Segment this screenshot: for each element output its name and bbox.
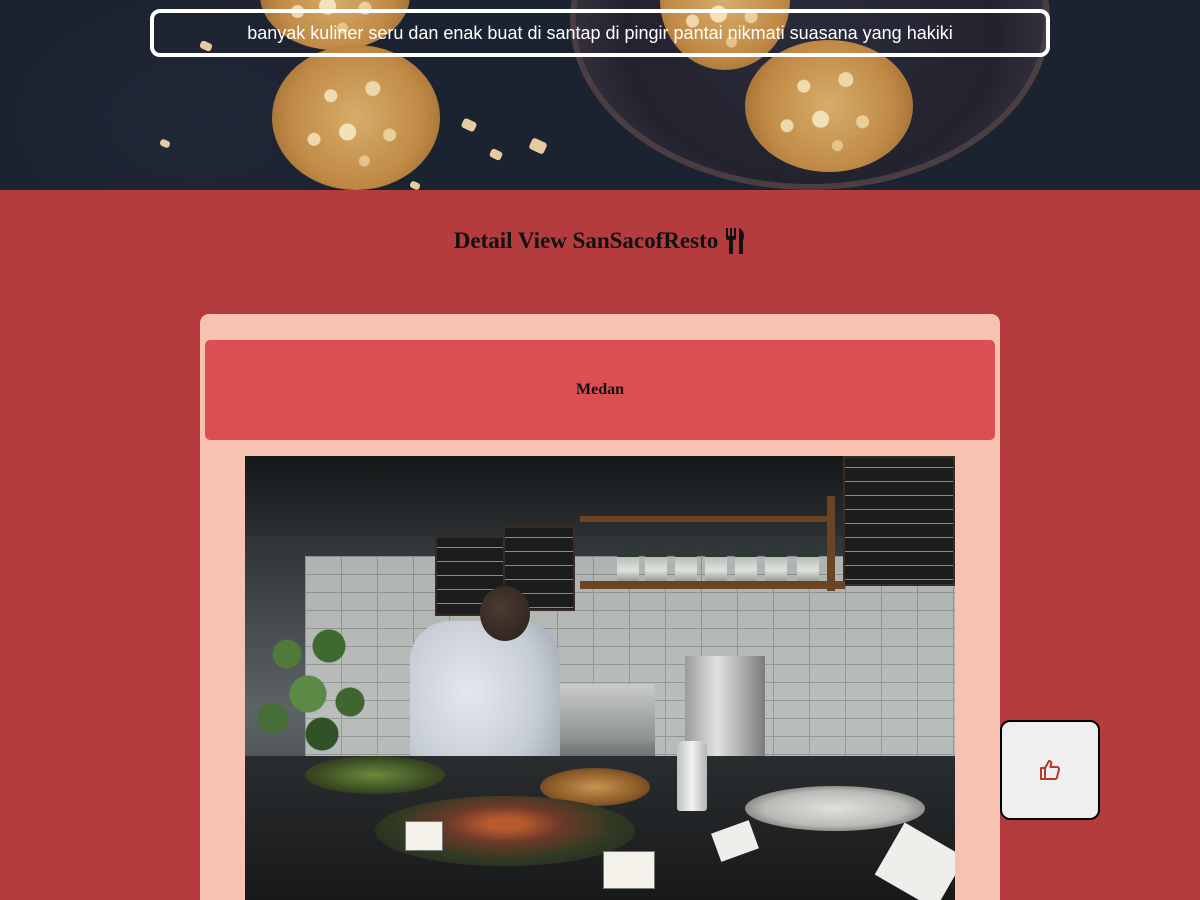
image-bowls	[745, 786, 925, 831]
image-food-tray	[305, 756, 445, 794]
image-chef-head	[480, 586, 530, 641]
image-shelf	[580, 516, 830, 522]
city-banner: Medan	[205, 340, 995, 440]
image-bottle	[677, 741, 707, 811]
like-button[interactable]	[1000, 720, 1100, 820]
image-price-tag	[603, 851, 655, 889]
image-jar	[675, 551, 697, 583]
hero-cookie-image	[272, 45, 440, 190]
image-shelf	[827, 496, 835, 591]
image-jar	[765, 551, 787, 583]
hero-banner: banyak kuliner seru dan enak buat di san…	[0, 0, 1200, 190]
hero-cookie-image	[745, 40, 913, 172]
page-title: Detail View SanSacofResto	[0, 228, 1200, 254]
hero-tagline: banyak kuliner seru dan enak buat di san…	[247, 22, 953, 43]
utensils-icon	[726, 228, 745, 254]
thumbs-up-icon	[1040, 760, 1060, 780]
image-jar	[617, 551, 639, 583]
restaurant-detail-card: Medan	[200, 314, 1000, 900]
city-name: Medan	[576, 381, 624, 398]
image-price-tag	[405, 821, 443, 851]
restaurant-image	[245, 456, 955, 900]
image-menu-board	[843, 456, 955, 586]
image-jar	[735, 551, 757, 583]
image-jar	[645, 551, 667, 583]
image-jar	[705, 551, 727, 583]
image-shelf	[580, 581, 845, 589]
image-plant	[245, 606, 385, 766]
page-title-text: Detail View SanSacofResto	[453, 228, 719, 253]
tagline-box: banyak kuliner seru dan enak buat di san…	[150, 9, 1050, 57]
image-jar	[797, 551, 819, 583]
